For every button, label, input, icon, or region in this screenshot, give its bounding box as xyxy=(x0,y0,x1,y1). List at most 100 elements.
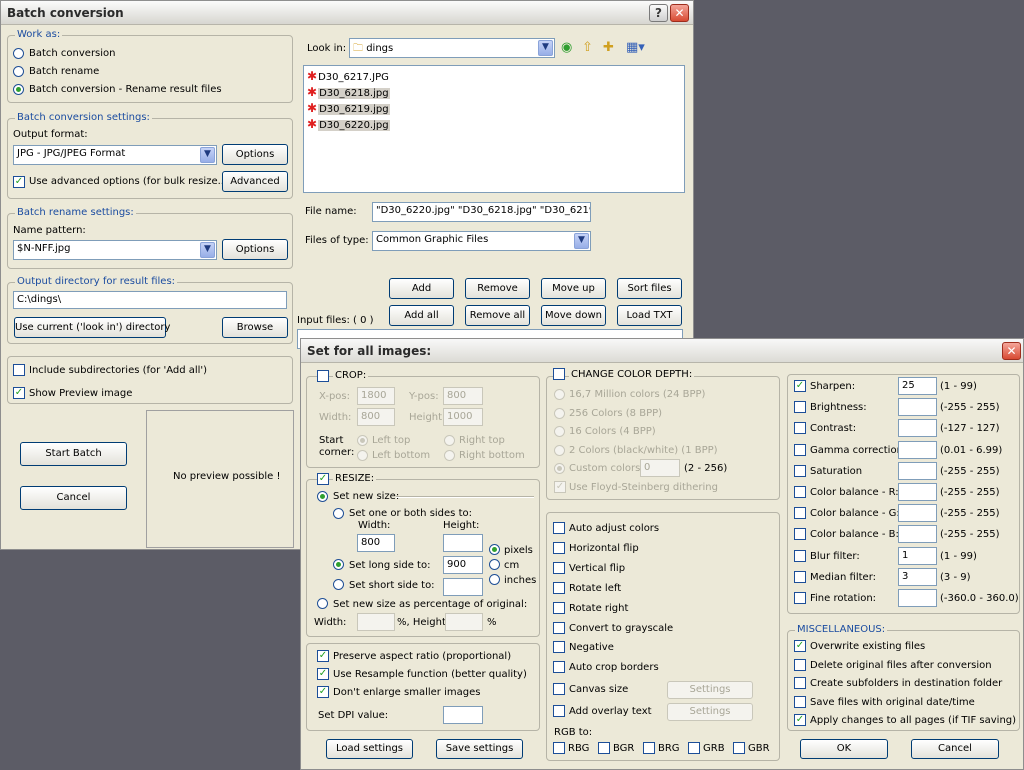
save-settings-button[interactable]: Save settings xyxy=(436,739,523,759)
look-in-select[interactable]: 🗀 dings ▼ xyxy=(349,38,555,58)
long-side-radio[interactable] xyxy=(333,559,344,570)
rgb-grb-checkbox[interactable] xyxy=(688,742,700,754)
short-side-input[interactable] xyxy=(443,578,483,596)
filter-value-input[interactable] xyxy=(898,483,937,501)
negative-checkbox[interactable] xyxy=(553,641,565,653)
output-dir-input[interactable]: C:\dings\ xyxy=(13,291,287,309)
up-folder-icon[interactable]: ⇧ xyxy=(582,41,593,55)
conversion-options-button[interactable]: Options xyxy=(222,144,288,165)
file-item[interactable]: ✱D30_6217.JPG xyxy=(307,69,389,83)
auto-crop-checkbox[interactable] xyxy=(553,661,565,673)
pct-width-input[interactable] xyxy=(357,613,395,631)
view-menu-icon[interactable]: ▦▾ xyxy=(626,41,645,55)
radio-batch-conversion-rename[interactable] xyxy=(13,84,24,95)
resize-height-input[interactable] xyxy=(443,534,483,552)
close-button[interactable]: ✕ xyxy=(670,4,689,22)
filter-checkbox[interactable]: ✓ xyxy=(794,380,806,392)
unit-inches-radio[interactable] xyxy=(489,574,500,585)
move-up-button[interactable]: Move up xyxy=(541,278,606,299)
chevron-down-icon[interactable]: ▼ xyxy=(574,233,589,249)
rename-options-button[interactable]: Options xyxy=(222,239,288,260)
custom-colors-input[interactable]: 0 xyxy=(640,459,680,477)
crop-ypos-input[interactable]: 800 xyxy=(443,387,483,405)
preserve-aspect-checkbox[interactable]: ✓ xyxy=(317,650,329,662)
overlay-settings-button[interactable]: Settings xyxy=(667,703,753,721)
chevron-down-icon[interactable]: ▼ xyxy=(200,242,215,258)
resize-checkbox[interactable]: ✓ xyxy=(317,473,329,485)
filter-checkbox[interactable] xyxy=(794,549,806,562)
load-txt-button[interactable]: Load TXT xyxy=(617,305,682,326)
new-folder-icon[interactable]: ✚ xyxy=(603,41,614,55)
dithering-checkbox[interactable]: ✓ xyxy=(554,481,566,493)
title-bar[interactable]: Batch conversion ? ✕ xyxy=(1,1,693,25)
set-one-or-both-radio[interactable] xyxy=(333,508,344,519)
back-icon[interactable]: ◉ xyxy=(561,41,572,55)
add-button[interactable]: Add xyxy=(389,278,454,299)
filter-value-input[interactable] xyxy=(898,504,937,523)
filter-checkbox[interactable] xyxy=(794,401,806,414)
filter-value-input[interactable] xyxy=(898,589,937,607)
chevron-down-icon[interactable]: ▼ xyxy=(538,40,553,56)
output-format-select[interactable]: JPG - JPG/JPEG Format ▼ xyxy=(13,145,217,165)
advanced-button[interactable]: Advanced xyxy=(222,171,288,192)
rgb-gbr-checkbox[interactable] xyxy=(733,742,745,754)
filter-checkbox[interactable] xyxy=(794,422,806,435)
help-button[interactable]: ? xyxy=(649,4,668,22)
filter-checkbox[interactable] xyxy=(794,528,806,541)
set-new-size-radio[interactable] xyxy=(317,491,328,502)
crop-xpos-input[interactable]: 1800 xyxy=(357,387,395,405)
custom-colors-radio[interactable] xyxy=(554,463,565,474)
file-item[interactable]: ✱ D30_6218.jpg xyxy=(307,85,390,99)
browse-button[interactable]: Browse xyxy=(222,317,288,338)
crop-width-input[interactable]: 800 xyxy=(357,408,395,426)
filter-value-input[interactable] xyxy=(898,525,937,544)
grayscale-checkbox[interactable] xyxy=(553,622,565,634)
rgb-rbg-checkbox[interactable] xyxy=(553,742,565,754)
filter-value-input[interactable] xyxy=(898,461,937,480)
resize-width-input[interactable]: 800 xyxy=(357,534,395,552)
filter-value-input[interactable]: 1 xyxy=(898,546,937,565)
resample-checkbox[interactable]: ✓ xyxy=(317,668,329,680)
dont-enlarge-checkbox[interactable]: ✓ xyxy=(317,686,329,698)
file-item[interactable]: ✱ D30_6219.jpg xyxy=(307,101,390,115)
move-down-button[interactable]: Move down xyxy=(541,305,606,326)
show-preview-checkbox[interactable]: ✓ xyxy=(13,387,25,399)
misc-checkbox[interactable]: ✓ xyxy=(794,640,806,652)
file-name-input[interactable]: "D30_6220.jpg" "D30_6218.jpg" "D30_6219.… xyxy=(372,202,591,222)
color-depth-checkbox[interactable] xyxy=(553,368,565,380)
include-subdirs-checkbox[interactable] xyxy=(13,364,25,376)
rgb-brg-checkbox[interactable] xyxy=(643,742,655,754)
ok-button[interactable]: OK xyxy=(800,739,888,759)
short-side-radio[interactable] xyxy=(333,579,344,590)
start-batch-button[interactable]: Start Batch xyxy=(20,442,127,466)
misc-checkbox[interactable] xyxy=(794,677,806,689)
corner-left-top-radio[interactable] xyxy=(357,435,368,446)
unit-pixels-radio[interactable] xyxy=(489,544,500,555)
sort-files-button[interactable]: Sort files xyxy=(617,278,682,299)
set-title-bar[interactable]: Set for all images: ✕ xyxy=(301,339,1023,363)
name-pattern-select[interactable]: $N-NFF.jpg ▼ xyxy=(13,240,217,260)
misc-checkbox[interactable]: ✓ xyxy=(794,714,806,726)
filter-checkbox[interactable] xyxy=(794,443,806,456)
files-of-type-select[interactable]: Common Graphic Files ▼ xyxy=(372,231,591,251)
filter-checkbox[interactable] xyxy=(794,464,806,477)
file-list[interactable]: ✱D30_6217.JPG ✱ D30_6218.jpg ✱ D30_6219.jp… xyxy=(303,65,685,193)
radio-batch-conversion[interactable] xyxy=(13,48,24,59)
filter-value-input[interactable]: 3 xyxy=(898,567,937,586)
cancel-batch-button[interactable]: Cancel xyxy=(20,486,127,510)
corner-right-bottom-radio[interactable] xyxy=(444,450,455,461)
advanced-options-checkbox[interactable]: ✓ xyxy=(13,176,25,188)
depth-1bpp-radio[interactable] xyxy=(554,445,565,456)
depth-8bpp-radio[interactable] xyxy=(554,408,565,419)
crop-height-input[interactable]: 1000 xyxy=(443,408,483,426)
set-cancel-button[interactable]: Cancel xyxy=(911,739,999,759)
filter-checkbox[interactable] xyxy=(794,507,806,520)
misc-checkbox[interactable] xyxy=(794,695,806,708)
use-current-dir-button[interactable]: Use current ('look in') directory xyxy=(14,317,170,338)
corner-left-bottom-radio[interactable] xyxy=(357,450,368,461)
vflip-checkbox[interactable] xyxy=(553,562,565,574)
canvas-settings-button[interactable]: Settings xyxy=(667,681,753,699)
add-all-button[interactable]: Add all xyxy=(389,305,454,326)
load-settings-button[interactable]: Load settings xyxy=(326,739,413,759)
long-side-input[interactable]: 900 xyxy=(443,556,483,574)
